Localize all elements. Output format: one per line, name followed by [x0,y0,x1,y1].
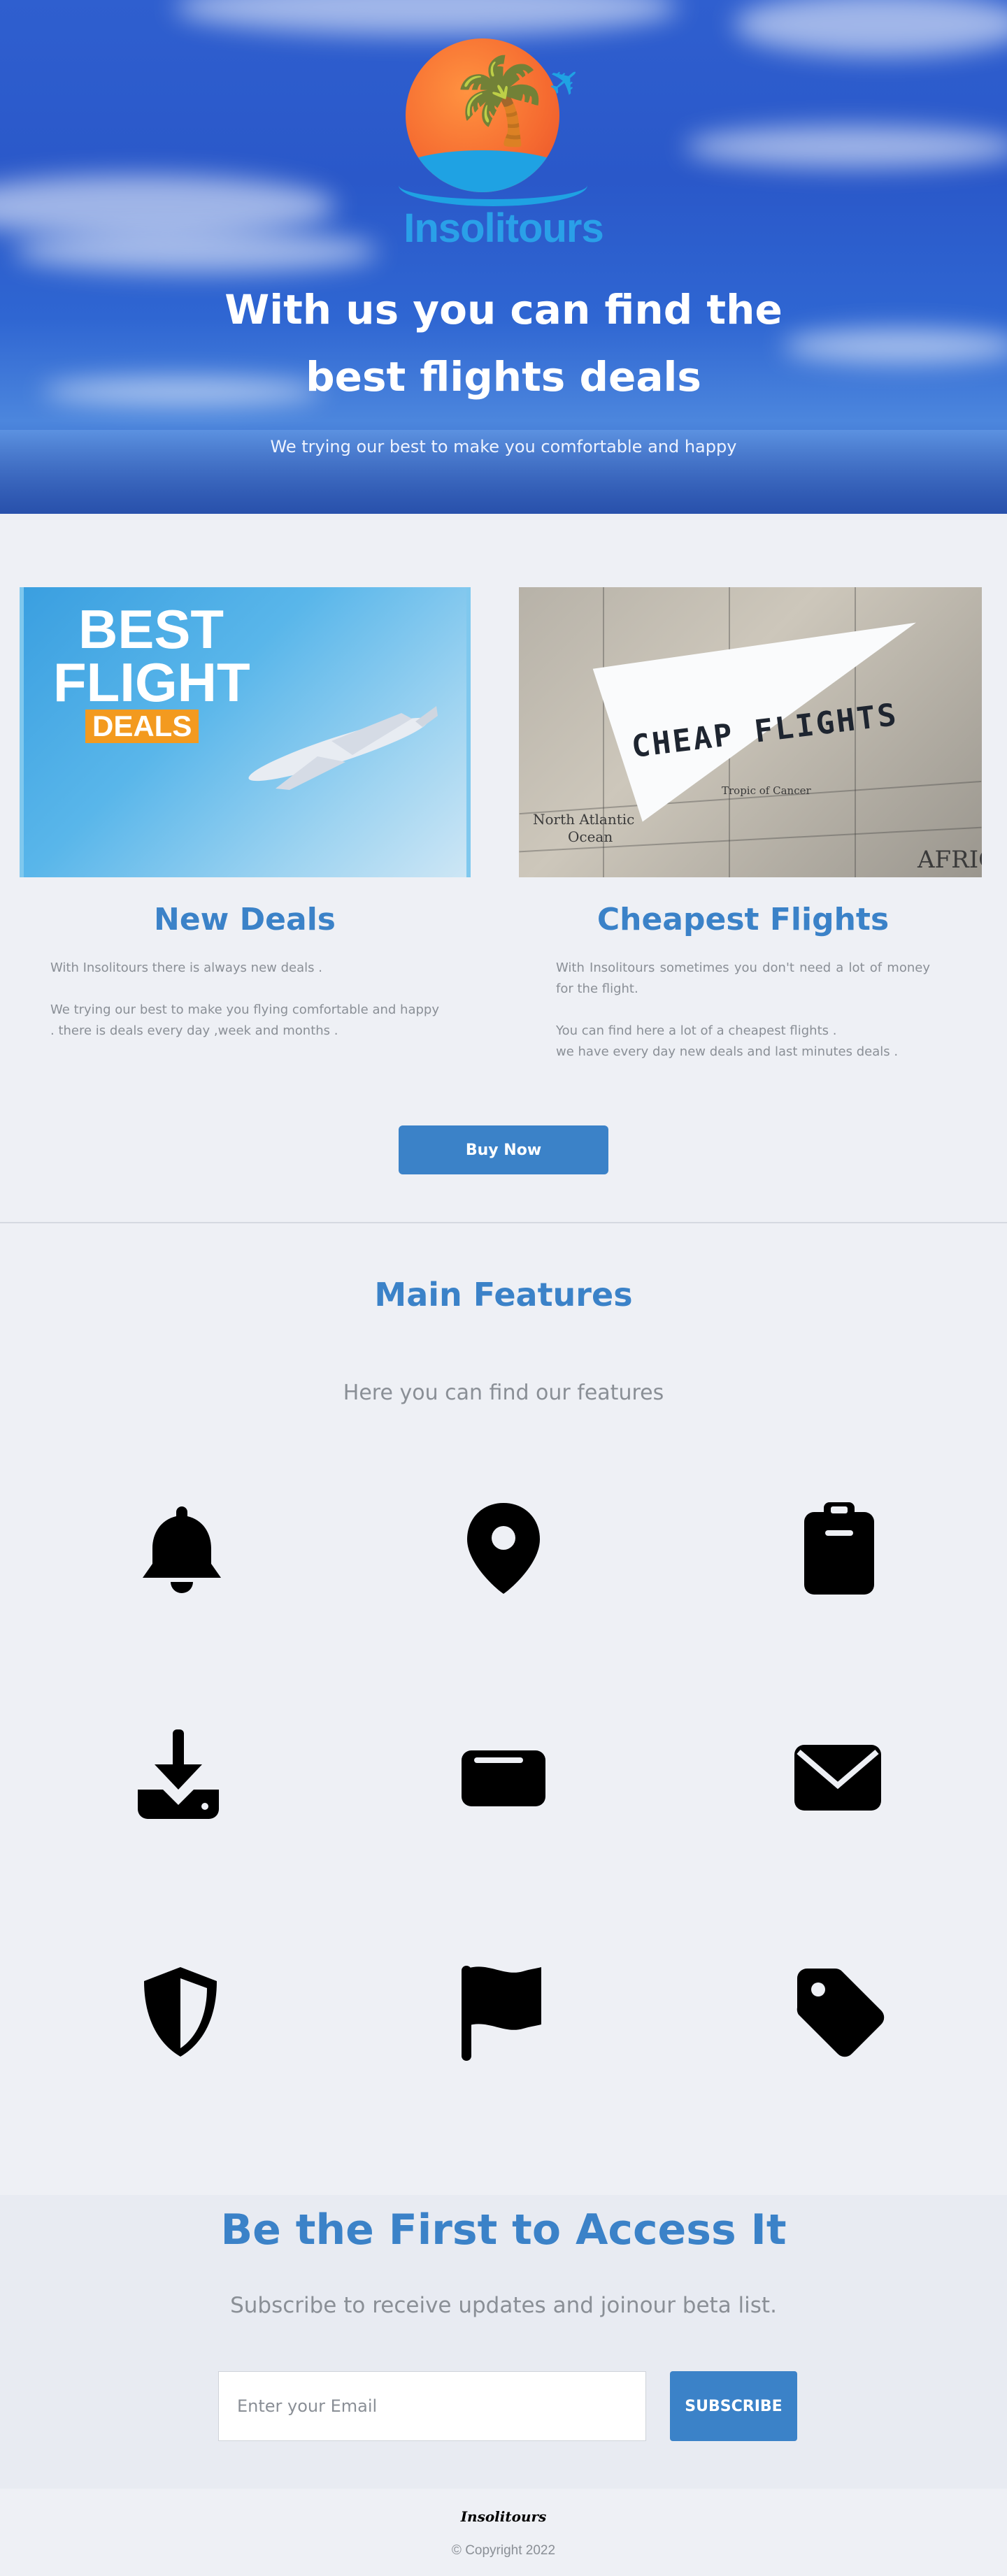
hero-section: 🌴 ✈ Insolitours With us you can find the… [0,0,1007,514]
airplane-illustration [248,706,438,790]
buy-now-button[interactable]: Buy Now [399,1125,608,1174]
hero-subtitle: We trying our best to make you comfortab… [270,437,737,456]
copyright-text: © Copyright 2022 [451,2543,556,2558]
best-text: BEST [78,598,224,660]
palm-tree-icon: 🌴 [448,52,552,150]
footer: Insolitours © Copyright 2022 [0,2489,1007,2576]
features-section: Main Features Here you can find our feat… [0,1223,1007,2195]
flag-icon [455,1963,552,2061]
cloud [14,231,378,273]
map-label: Tropic of Cancer [722,784,811,797]
hero-title: With us you can find the best flights de… [224,286,783,401]
deals-section: BEST FLIGHT DEALS CHEAP FLIGHTS North At… [0,514,1007,1223]
cloud [734,0,1007,56]
new-deals-text: We trying our best to make you flying co… [50,1002,439,1038]
map-label: Ocean [568,828,613,845]
features-title: Main Features [374,1276,633,1314]
flight-text: FLIGHT [53,652,250,713]
subscribe-title: Be the First to Access It [220,2206,787,2254]
cheap-flights-image: CHEAP FLIGHTS North Atlantic Ocean Tropi… [519,587,982,877]
bell-icon [133,1499,231,1597]
cheapest-flights-text: With Insolitours sometimes you don't nee… [556,960,930,996]
clipboard-icon [790,1499,888,1597]
brand-name: Insolitours [403,206,604,251]
subscribe-button[interactable]: SUBSCRIBE [670,2371,797,2441]
swoosh-icon [399,164,587,206]
cheapest-flights-title: Cheapest Flights [597,902,890,937]
cloud [175,0,678,35]
map-label: North Atlantic [533,811,635,828]
shield-icon [131,1963,229,2061]
cheapest-flights-column: Cheapest Flights With Insolitours someti… [535,895,951,1063]
new-deals-column: New Deals With Insolitours there is alwa… [21,895,469,1042]
tag-icon [790,1963,888,2061]
footer-brand[interactable]: Insolitours [0,2508,1007,2525]
features-subtitle: Here you can find our features [343,1381,664,1405]
envelope-icon [789,1725,887,1823]
cheapest-flights-text: You can find here a lot of a cheapest fl… [556,1023,837,1038]
download-icon [129,1725,227,1823]
cloud [0,175,336,238]
map-label: AFRIC [917,846,982,874]
map-pin-icon [455,1499,552,1597]
deals-badge: DEALS [85,710,199,743]
email-input[interactable] [218,2371,646,2441]
brand-logo[interactable]: 🌴 ✈ Insolitours [392,38,615,255]
subscribe-subtitle: Subscribe to receive updates and joinour… [230,2293,777,2318]
wallet-icon [455,1725,552,1823]
new-deals-title: New Deals [154,902,336,937]
cloud [685,126,1007,168]
new-deals-text: With Insolitours there is always new dea… [50,960,322,975]
best-flight-deals-image: BEST FLIGHT DEALS [20,587,471,877]
best-flight-heading: BEST FLIGHT [53,598,250,713]
cheapest-flights-text: we have every day new deals and last min… [556,1044,899,1059]
subscribe-section: Be the First to Access It Subscribe to r… [0,2195,1007,2489]
